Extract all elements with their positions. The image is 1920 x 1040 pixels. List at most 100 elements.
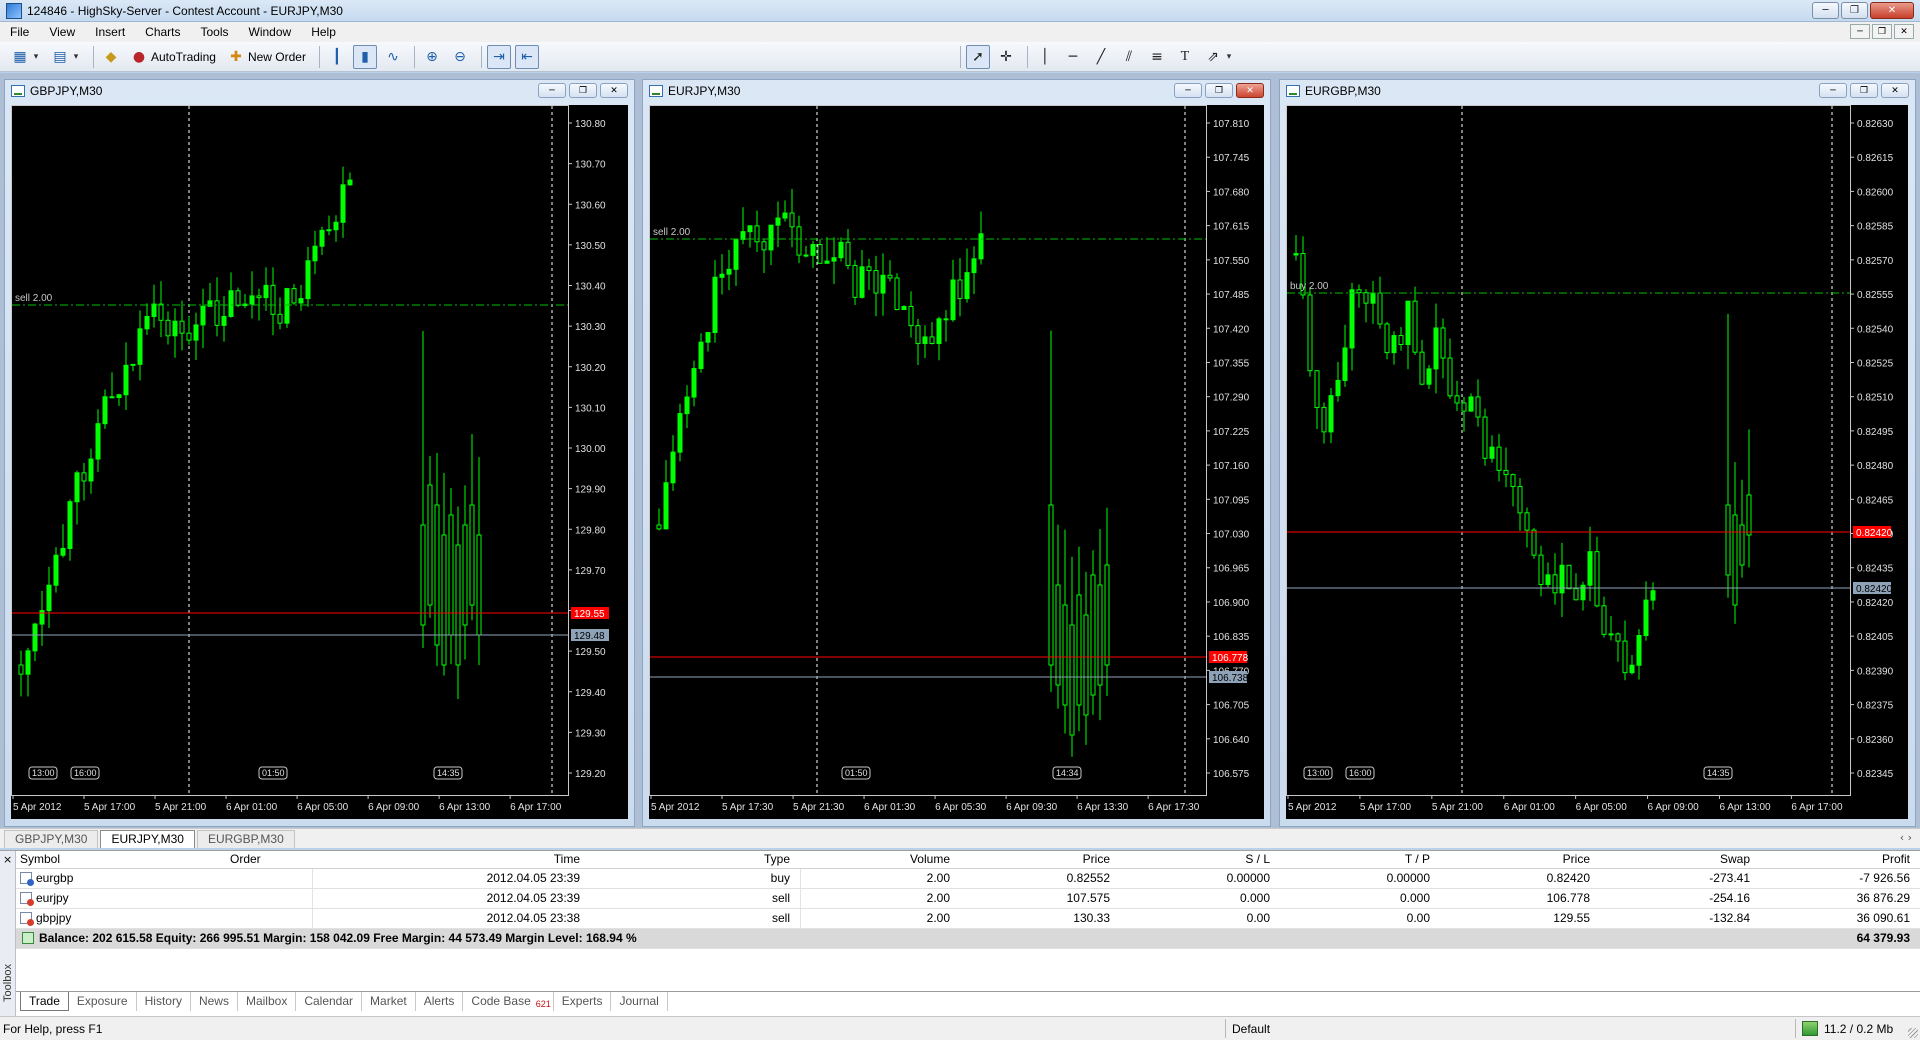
terminal-tab-trade[interactable]: Trade: [20, 992, 69, 1011]
resize-grip[interactable]: [1908, 1028, 1918, 1038]
chart-minimize-button[interactable]: ─: [1819, 83, 1847, 98]
tab-scroll-arrows[interactable]: ‹ ›: [1900, 831, 1912, 844]
candle-body: [319, 229, 325, 247]
vertical-line-button[interactable]: │: [1033, 45, 1057, 69]
col-type[interactable]: Type: [590, 851, 790, 868]
col-tp[interactable]: T / P: [1280, 851, 1430, 868]
zoom-in-button[interactable]: ⊕: [420, 45, 444, 69]
mdi-minimize-button[interactable]: ─: [1850, 24, 1870, 39]
auto-scroll-button[interactable]: ⇥: [486, 44, 511, 69]
cursor-tool-button[interactable]: ➚: [965, 44, 990, 69]
trendline-button[interactable]: ╱: [1089, 45, 1113, 69]
arrows-button[interactable]: ⇗ ▾: [1201, 45, 1237, 69]
chart-canvas[interactable]: sell 2.00 130.80 130.70 130.60 130.50 130.40 1…: [11, 105, 628, 819]
menu-window[interactable]: Window: [239, 22, 302, 42]
chart-tab-eurgbp[interactable]: EURGBP,M30: [196, 830, 295, 848]
new-chart-button[interactable]: ▦ ▾: [8, 45, 44, 69]
chart-canvas[interactable]: buy 2.00 0.82630 0.82615 0.82600 0.82585 0.82…: [1286, 105, 1908, 819]
col-profit[interactable]: Profit: [1760, 851, 1910, 868]
chart-close-button[interactable]: ✕: [600, 83, 628, 98]
col-price[interactable]: Price: [960, 851, 1110, 868]
chart-tab-gbpjpy[interactable]: GBPJPY,M30: [4, 830, 99, 848]
equidistant-channel-button[interactable]: ⫽: [1117, 45, 1141, 69]
terminal-tab-news[interactable]: News: [191, 992, 238, 1011]
terminal-tab-market[interactable]: Market: [362, 992, 416, 1011]
price-chart-gbpjpy[interactable]: sell 2.00 130.80 130.70 130.60 130.50 130.40 1…: [11, 105, 628, 819]
terminal-tab-code-base[interactable]: Code Base 621: [463, 992, 554, 1011]
terminal-tab-journal[interactable]: Journal: [611, 992, 668, 1011]
menu-charts[interactable]: Charts: [135, 22, 190, 42]
col-order[interactable]: Order: [230, 851, 261, 868]
candle-body: [1069, 624, 1075, 736]
menu-insert[interactable]: Insert: [85, 22, 135, 42]
col-swap[interactable]: Swap: [1600, 851, 1750, 868]
mdi-close-button[interactable]: ✕: [1894, 24, 1914, 39]
terminal-tab-calendar[interactable]: Calendar: [296, 992, 363, 1011]
chart-restore-button[interactable]: ❐: [1850, 83, 1878, 98]
crosshair-tool-button[interactable]: ✛: [994, 45, 1018, 69]
chart-window-eurgbp[interactable]: EURGBP,M30 ─ ❐ ✕ buy 2.00 0.82630 0.82615 0…: [1279, 79, 1916, 827]
col-volume[interactable]: Volume: [800, 851, 950, 868]
table-row[interactable]: eurgbp 2012.04.05 23:39 buy 2.00 0.82552 0.00…: [16, 869, 1920, 889]
horizontal-line-button[interactable]: ─: [1061, 45, 1085, 69]
table-row[interactable]: gbpjpy 2012.04.05 23:38 sell 2.00 130.33 0.00…: [16, 909, 1920, 929]
chart-minimize-button[interactable]: ─: [538, 83, 566, 98]
chart-restore-button[interactable]: ❐: [569, 83, 597, 98]
menu-file[interactable]: File: [0, 22, 39, 42]
menu-tools[interactable]: Tools: [191, 22, 239, 42]
chart-icon: [649, 85, 663, 97]
minimize-button[interactable]: ─: [1812, 2, 1839, 19]
candlestick-button[interactable]: ▮: [352, 44, 377, 69]
fibonacci-button[interactable]: ≡: [1145, 45, 1169, 69]
candle-body: [936, 318, 942, 344]
chart-shift-button[interactable]: ⇤: [514, 44, 539, 69]
new-order-button[interactable]: ✚ New Order: [224, 45, 310, 69]
chart-close-button[interactable]: ✕: [1236, 83, 1264, 98]
chart-window-gbpjpy[interactable]: GBPJPY,M30 ─ ❐ ✕ sell 2.00 130.80 130.70 13…: [4, 79, 635, 827]
menu-view[interactable]: View: [39, 22, 85, 42]
session-time-label: 14:35: [433, 766, 463, 780]
bar-chart-button[interactable]: ┃: [325, 45, 349, 69]
chart-minimize-button[interactable]: ─: [1174, 83, 1202, 98]
menu-help[interactable]: Help: [301, 22, 346, 42]
status-profile[interactable]: Default: [1232, 1022, 1270, 1036]
chart-window-eurjpy[interactable]: EURJPY,M30 ─ ❐ ✕ sell 2.00 107.810 107.745…: [642, 79, 1271, 827]
candle-body: [1496, 446, 1502, 471]
chart-close-button[interactable]: ✕: [1881, 83, 1909, 98]
col-symbol[interactable]: Symbol: [20, 851, 60, 868]
terminal-tab-label: History: [144, 994, 182, 1008]
zoom-out-button[interactable]: ⊖: [448, 45, 472, 69]
chart-restore-button[interactable]: ❐: [1205, 83, 1233, 98]
line-chart-button[interactable]: ∿: [381, 45, 405, 69]
terminal-tab-experts[interactable]: Experts: [554, 992, 612, 1011]
market-watch-button[interactable]: ◆: [99, 45, 123, 69]
col-time[interactable]: Time: [316, 851, 580, 868]
restore-button[interactable]: ❐: [1841, 2, 1868, 19]
chart-shift-icon: ⇤: [521, 48, 533, 65]
close-button[interactable]: ✕: [1870, 2, 1914, 19]
col-current-price[interactable]: Price: [1440, 851, 1590, 868]
terminal-tab-history[interactable]: History: [137, 992, 191, 1011]
terminal-tab-mailbox[interactable]: Mailbox: [238, 992, 297, 1011]
chart-canvas[interactable]: sell 2.00 107.810 107.745 107.680 107.615 107…: [649, 105, 1264, 819]
chart-tab-eurjpy[interactable]: EURJPY,M30: [100, 830, 195, 848]
price-tick-label: 129.30: [575, 728, 606, 739]
price-chart-eurgbp[interactable]: buy 2.00 0.82630 0.82615 0.82600 0.82585 0.82…: [1286, 105, 1908, 819]
col-sl[interactable]: S / L: [1120, 851, 1270, 868]
profiles-button[interactable]: ▤ ▾: [48, 45, 84, 69]
terminal-close-button[interactable]: ×: [3, 853, 12, 866]
price-chart-eurjpy[interactable]: sell 2.00 107.810 107.745 107.680 107.615 107…: [649, 105, 1264, 819]
balance-row[interactable]: Balance: 202 615.58 Equity: 266 995.51 M…: [16, 929, 1920, 949]
table-row[interactable]: eurjpy 2012.04.05 23:39 sell 2.00 107.575 0.0…: [16, 889, 1920, 909]
candle-body: [46, 584, 52, 612]
candle-body: [200, 305, 206, 326]
sell-position-icon: [20, 892, 34, 906]
text-tool-button[interactable]: T: [1173, 45, 1197, 69]
price-tick-label: 0.82420: [1857, 598, 1894, 609]
mdi-restore-button[interactable]: ❐: [1872, 24, 1892, 39]
terminal-tab-alerts[interactable]: Alerts: [416, 992, 464, 1011]
autotrading-button[interactable]: ● AutoTrading: [127, 45, 220, 69]
terminal-tab-exposure[interactable]: Exposure: [69, 992, 137, 1011]
fibonacci-icon: ≡: [1151, 48, 1163, 65]
status-connection[interactable]: 11.2 / 0.2 Mb: [1824, 1022, 1893, 1036]
